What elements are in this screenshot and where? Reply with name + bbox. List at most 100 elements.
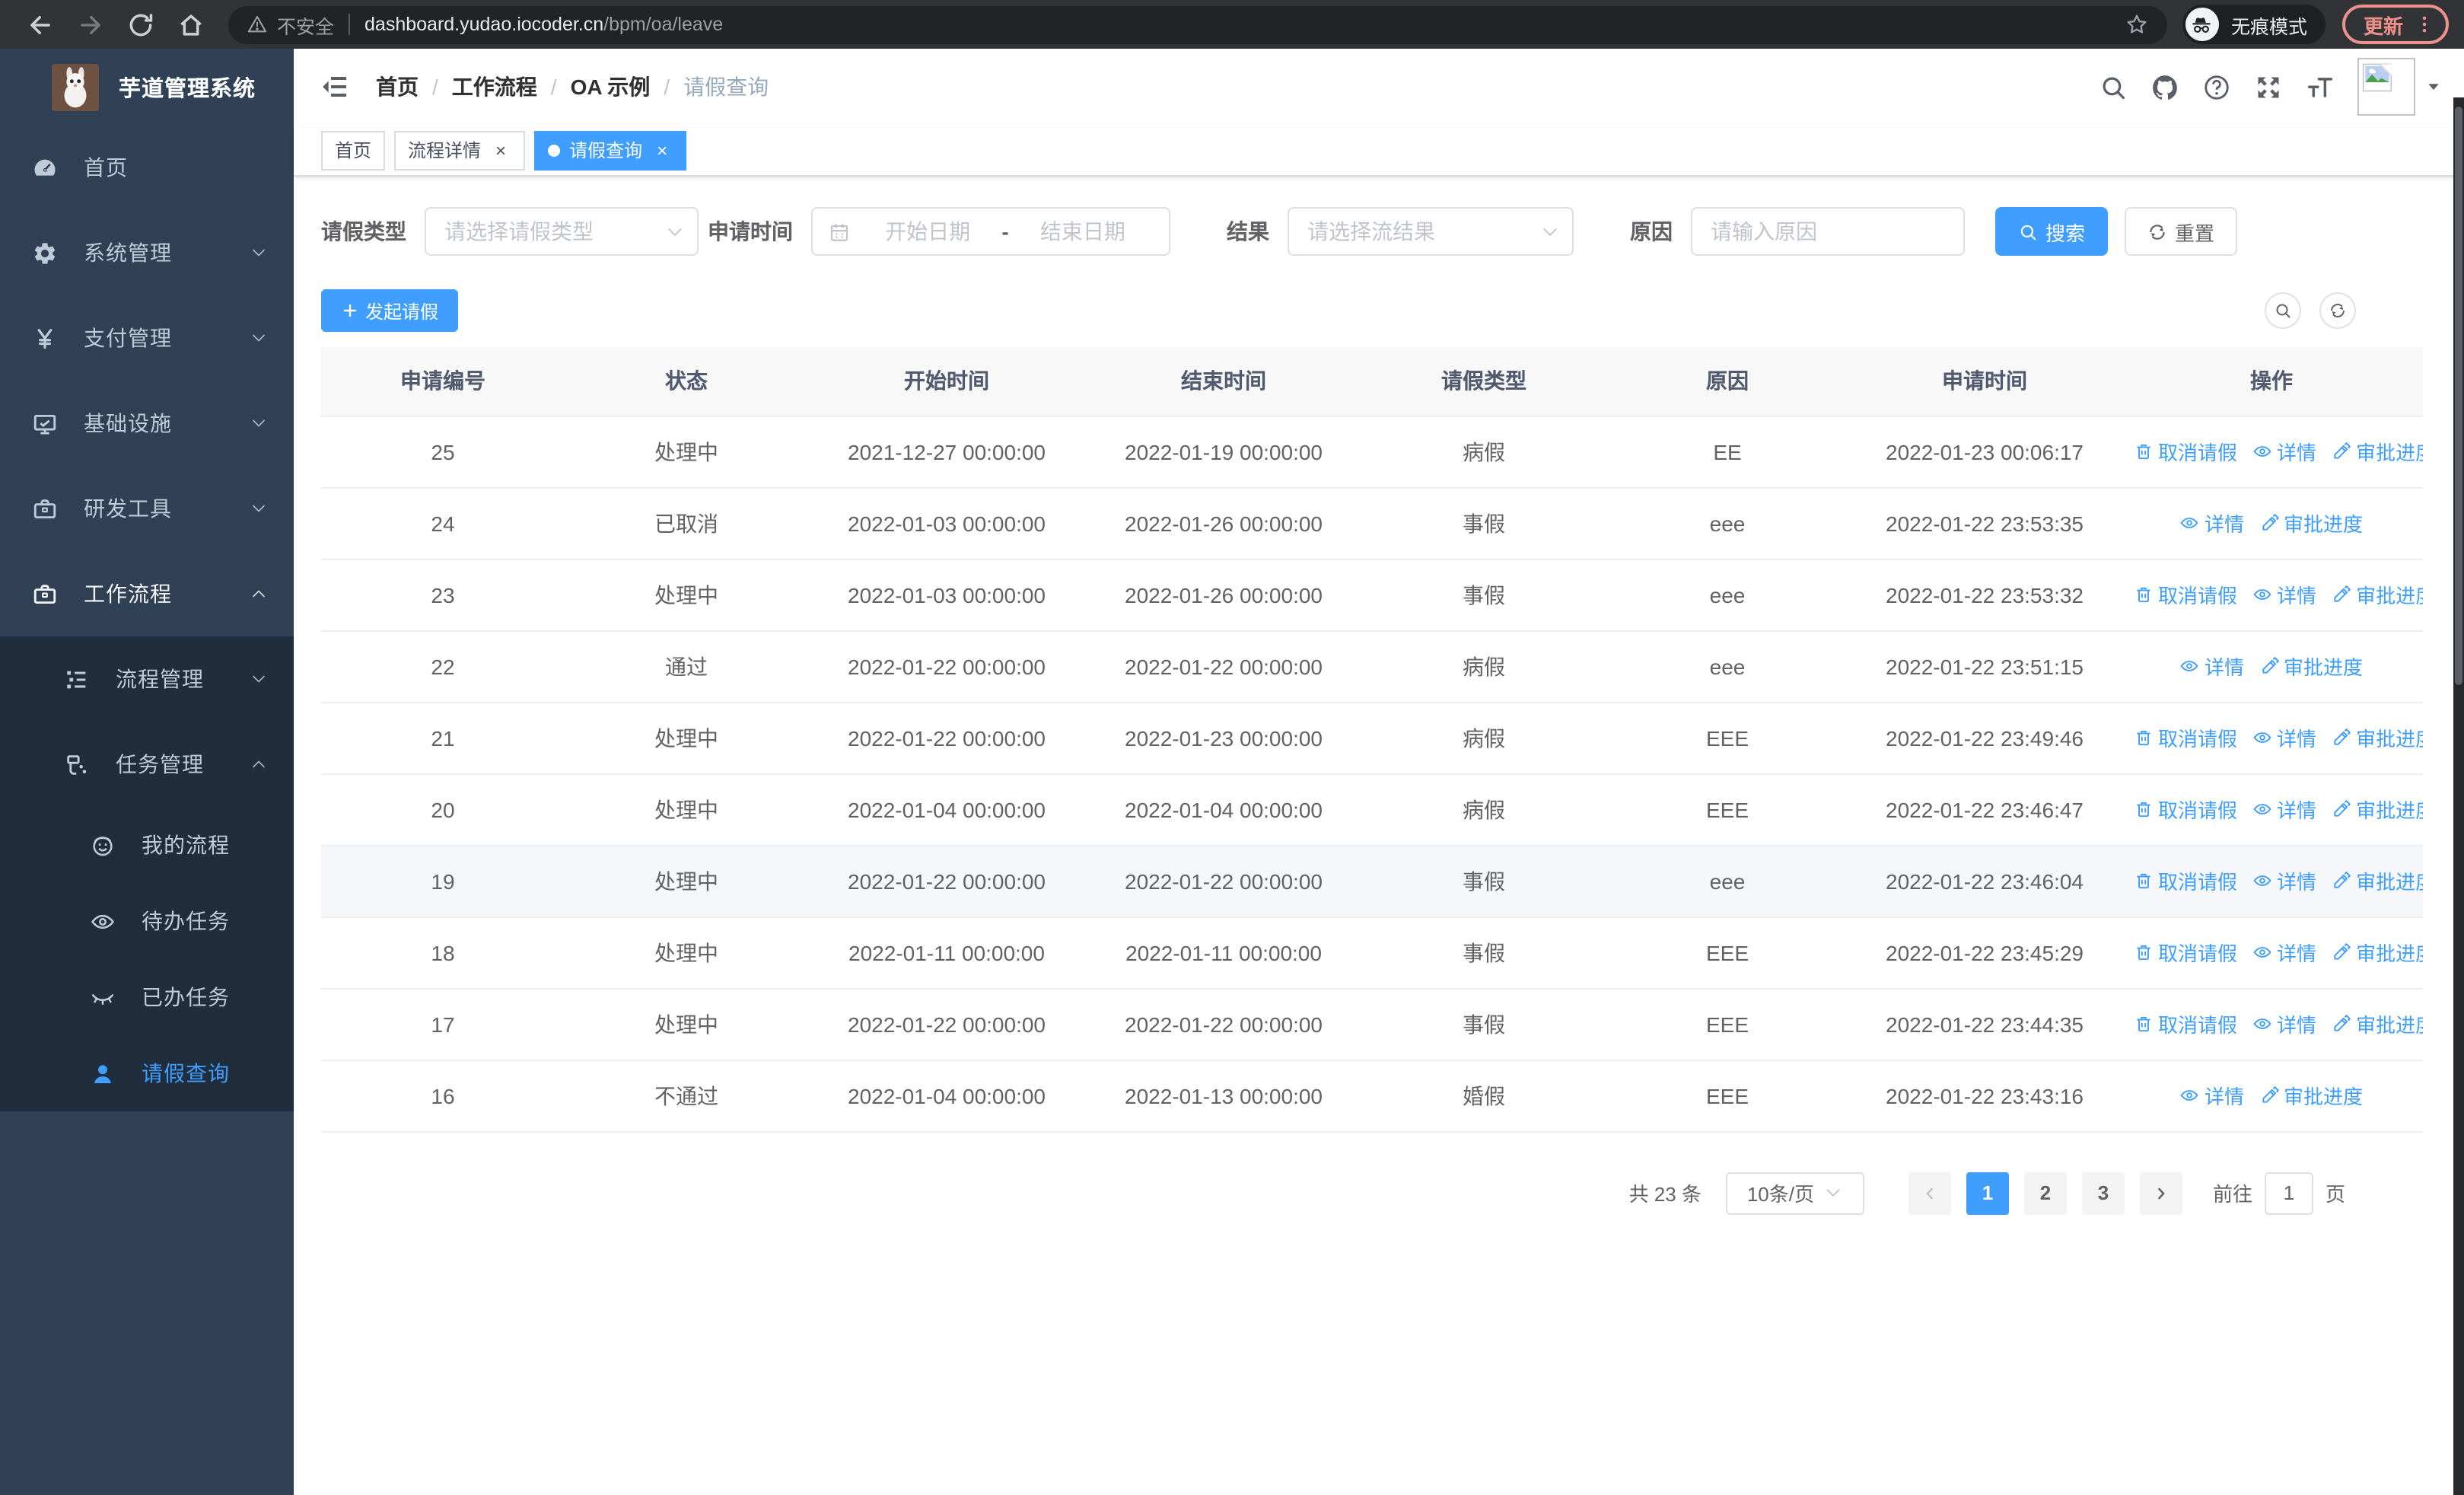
sidebar-item-task-mgmt[interactable]: 任务管理 [0, 722, 294, 807]
table-row: 21 处理中 2022-01-22 00:00:00 2022-01-23 00… [321, 702, 2423, 774]
sidebar-item-infrastructure[interactable]: 基础设施 [0, 381, 294, 466]
action-cancel-leave[interactable]: 取消请假 [2134, 795, 2237, 824]
cell-leave-type: 事假 [1362, 559, 1606, 631]
github-icon[interactable] [2150, 72, 2179, 101]
action-detail[interactable]: 详情 [2252, 795, 2316, 824]
sidebar-item-todo-tasks[interactable]: 待办任务 [0, 883, 294, 959]
action-approval-progress[interactable]: 审批进度 [2332, 580, 2423, 609]
refresh-icon [2147, 222, 2167, 241]
fullscreen-icon[interactable] [2254, 72, 2283, 101]
sidebar-fold-icon[interactable] [320, 72, 350, 102]
help-icon[interactable] [2202, 72, 2231, 101]
close-icon[interactable]: × [490, 139, 511, 161]
action-detail[interactable]: 详情 [2180, 508, 2244, 537]
sidebar-item-my-process[interactable]: 我的流程 [0, 807, 294, 883]
toggle-search-button[interactable] [2265, 292, 2301, 329]
action-cancel-leave[interactable]: 取消请假 [2134, 437, 2237, 466]
page-button-3[interactable]: 3 [2081, 1171, 2125, 1214]
action-detail[interactable]: 详情 [2252, 723, 2316, 752]
action-approval-progress[interactable]: 审批进度 [2332, 938, 2423, 967]
sidebar-item-home[interactable]: 首页 [0, 125, 294, 210]
chevron-down-icon [250, 244, 268, 262]
sidebar-item-done-tasks[interactable]: 已办任务 [0, 959, 294, 1035]
pen-icon [2259, 513, 2279, 533]
date-separator: - [1001, 219, 1009, 244]
close-icon[interactable]: × [651, 139, 673, 161]
page-button-1[interactable]: 1 [1966, 1171, 2009, 1214]
cell-start-time: 2021-12-27 00:00:00 [808, 416, 1085, 488]
caret-down-icon[interactable] [2426, 79, 2441, 94]
action-detail[interactable]: 详情 [2252, 437, 2316, 466]
refresh-table-button[interactable] [2319, 292, 2356, 329]
action-approval-progress[interactable]: 审批进度 [2332, 795, 2423, 824]
cell-leave-type: 事假 [1362, 916, 1606, 989]
cell-reason: eee [1606, 487, 1849, 559]
chrome-update-button[interactable]: 更新 [2341, 5, 2449, 44]
goto-page-input[interactable] [2264, 1171, 2313, 1214]
action-approval-progress[interactable]: 审批进度 [2259, 508, 2363, 537]
sidebar-item-payment-mgmt[interactable]: 支付管理 [0, 295, 294, 381]
reset-button[interactable]: 重置 [2125, 207, 2238, 256]
pen-icon [2259, 1085, 2279, 1105]
breadcrumb-workflow[interactable]: 工作流程 [452, 72, 537, 102]
cell-leave-type: 病假 [1362, 416, 1606, 488]
search-button[interactable]: 搜索 [1995, 207, 2109, 256]
browser-forward-icon[interactable] [76, 10, 105, 39]
action-approval-progress[interactable]: 审批进度 [2259, 1081, 2363, 1110]
breadcrumb-home[interactable]: 首页 [376, 72, 419, 102]
page-button-2[interactable]: 2 [2023, 1171, 2067, 1214]
font-size-icon[interactable] [2306, 72, 2335, 101]
leave-table: 申请编号 状态 开始时间 结束时间 请假类型 原因 申请时间 操作 25 处理中 [321, 347, 2423, 1132]
reason-input[interactable] [1691, 207, 1965, 256]
bookmark-star-icon[interactable] [2125, 12, 2149, 37]
action-approval-progress[interactable]: 审批进度 [2332, 866, 2423, 895]
browser-menu-icon[interactable] [2414, 14, 2435, 35]
sidebar-item-dev-tools[interactable]: 研发工具 [0, 466, 294, 551]
tag-process-detail[interactable]: 流程详情 × [394, 130, 526, 170]
table-row: 22 通过 2022-01-22 00:00:00 2022-01-22 00:… [321, 630, 2423, 703]
action-approval-progress[interactable]: 审批进度 [2332, 1009, 2423, 1038]
tag-leave-query[interactable]: 请假查询 × [534, 130, 687, 170]
tag-home[interactable]: 首页 [321, 130, 386, 170]
scrollbar-thumb[interactable] [2455, 107, 2462, 685]
sidebar-item-label: 基础设施 [84, 411, 172, 435]
chevron-left-icon [1921, 1184, 1939, 1202]
sidebar-item-system-mgmt[interactable]: 系统管理 [0, 210, 294, 295]
action-approval-progress[interactable]: 审批进度 [2259, 652, 2363, 681]
search-icon[interactable] [2099, 72, 2128, 101]
action-cancel-leave[interactable]: 取消请假 [2134, 723, 2237, 752]
action-cancel-leave[interactable]: 取消请假 [2134, 938, 2237, 967]
action-detail[interactable]: 详情 [2180, 652, 2244, 681]
cell-apply-id: 21 [321, 702, 565, 774]
result-select[interactable]: 请选择流结果 [1288, 207, 1574, 256]
action-detail[interactable]: 详情 [2252, 580, 2316, 609]
browser-reload-icon[interactable] [126, 10, 155, 39]
avatar[interactable] [2357, 58, 2415, 116]
action-cancel-leave[interactable]: 取消请假 [2134, 1009, 2237, 1038]
apply-time-range-picker[interactable]: 开始日期 - 结束日期 [811, 207, 1170, 256]
prev-page-button[interactable] [1908, 1171, 1951, 1214]
sidebar-item-workflow[interactable]: 工作流程 [0, 551, 294, 636]
next-page-button[interactable] [2139, 1171, 2182, 1214]
breadcrumb-oa-example[interactable]: OA 示例 [571, 72, 651, 102]
date-start-placeholder: 开始日期 [885, 219, 971, 244]
action-approval-progress[interactable]: 审批进度 [2332, 723, 2423, 752]
sidebar-item-process-mgmt[interactable]: 流程管理 [0, 636, 294, 722]
action-approval-progress[interactable]: 审批进度 [2332, 437, 2423, 466]
action-detail[interactable]: 详情 [2252, 938, 2316, 967]
cell-reason: EEE [1606, 916, 1849, 989]
create-leave-button[interactable]: 发起请假 [321, 289, 459, 332]
browser-home-icon[interactable] [177, 10, 205, 39]
page-size-select[interactable]: 10条/页 [1725, 1171, 1864, 1214]
leave-type-select[interactable]: 请选择请假类型 [425, 207, 699, 256]
action-detail[interactable]: 详情 [2252, 866, 2316, 895]
address-bar[interactable]: 不安全 dashboard.yudao.iocoder.cn /bpm/oa/l… [228, 5, 2167, 43]
action-detail[interactable]: 详情 [2180, 1081, 2244, 1110]
breadcrumb-current: 请假查询 [683, 75, 769, 99]
browser-back-icon[interactable] [26, 10, 55, 39]
action-cancel-leave[interactable]: 取消请假 [2134, 866, 2237, 895]
sidebar-item-leave-query[interactable]: 请假查询 [0, 1035, 294, 1111]
url-host: dashboard.yudao.iocoder.cn [365, 14, 604, 35]
action-cancel-leave[interactable]: 取消请假 [2134, 580, 2237, 609]
action-detail[interactable]: 详情 [2252, 1009, 2316, 1038]
